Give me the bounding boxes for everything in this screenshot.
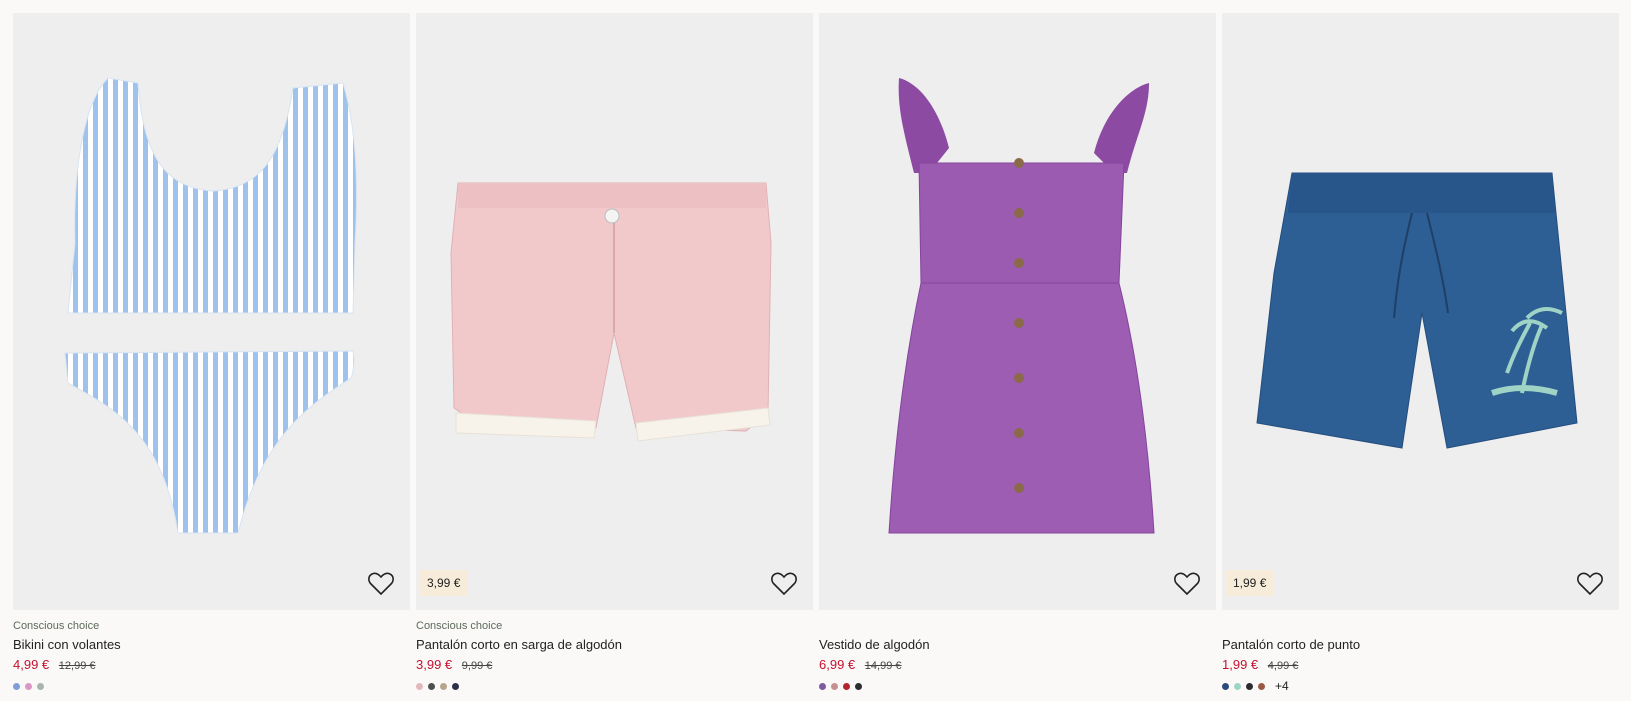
bikini-illustration — [64, 77, 358, 534]
product-card[interactable]: 3,99 € Conscious choice Pantalón corto e… — [416, 13, 813, 691]
price-row: 6,99 € 14,99 € — [819, 657, 1216, 674]
color-swatch[interactable] — [416, 682, 423, 690]
original-price: 14,99 € — [864, 660, 902, 672]
product-title[interactable]: Bikini con volantes — [13, 636, 410, 653]
color-swatches — [416, 681, 813, 691]
price-row: 1,99 € 4,99 € — [1222, 657, 1619, 674]
color-swatch[interactable] — [25, 682, 32, 690]
heart-outline-icon[interactable] — [1577, 572, 1603, 596]
color-swatches — [13, 681, 410, 691]
product-image[interactable] — [819, 13, 1216, 610]
product-card[interactable]: Conscious choice Bikini con volantes 4,9… — [13, 13, 410, 691]
price-tag: 1,99 € — [1226, 570, 1274, 596]
product-card[interactable]: 1,99 € Pantalón corto de punto 1,99 € 4,… — [1222, 13, 1619, 692]
heart-outline-icon[interactable] — [368, 572, 394, 596]
color-swatches: +4 — [1222, 680, 1619, 692]
color-swatch[interactable] — [440, 682, 447, 690]
price-tag: 3,99 € — [420, 570, 468, 596]
color-swatch[interactable] — [843, 682, 850, 690]
original-price: 12,99 € — [58, 660, 96, 672]
more-colors-count[interactable]: +4 — [1275, 680, 1289, 692]
product-grid: Conscious choice Bikini con volantes 4,9… — [13, 13, 1619, 692]
sale-price: 1,99 € — [1222, 657, 1259, 672]
eco-label: Conscious choice — [13, 620, 100, 632]
color-swatches — [819, 681, 1216, 691]
sale-price: 6,99 € — [819, 657, 856, 672]
product-title[interactable]: Vestido de algodón — [819, 636, 1216, 653]
knit-shorts-illustration — [1256, 172, 1578, 449]
product-image[interactable]: 1,99 € — [1222, 13, 1619, 610]
heart-outline-icon[interactable] — [771, 572, 797, 596]
dress-illustration — [888, 78, 1155, 534]
price-row: 4,99 € 12,99 € — [13, 657, 410, 674]
eco-label: Conscious choice — [416, 620, 503, 632]
color-swatch[interactable] — [37, 682, 44, 690]
heart-outline-icon[interactable] — [1174, 572, 1200, 596]
color-swatch[interactable] — [819, 682, 826, 690]
original-price: 9,99 € — [461, 660, 493, 672]
product-image[interactable]: 3,99 € — [416, 13, 813, 610]
color-swatch[interactable] — [1222, 682, 1229, 690]
original-price: 4,99 € — [1267, 660, 1299, 672]
color-swatch[interactable] — [452, 682, 459, 690]
product-title[interactable]: Pantalón corto en sarga de algodón — [416, 636, 813, 653]
eco-label — [1222, 620, 1619, 633]
product-title[interactable]: Pantalón corto de punto — [1222, 636, 1619, 653]
color-swatch[interactable] — [1246, 682, 1253, 690]
sale-price: 4,99 € — [13, 657, 50, 672]
color-swatch[interactable] — [1234, 682, 1241, 690]
color-swatch[interactable] — [428, 682, 435, 690]
eco-label — [819, 620, 1216, 633]
color-swatch[interactable] — [855, 682, 862, 690]
product-image[interactable] — [13, 13, 410, 610]
product-card[interactable]: Vestido de algodón 6,99 € 14,99 € — [819, 13, 1216, 691]
color-swatch[interactable] — [1258, 682, 1265, 690]
color-swatch[interactable] — [13, 682, 20, 690]
color-swatch[interactable] — [831, 682, 838, 690]
price-row: 3,99 € 9,99 € — [416, 657, 813, 674]
shorts-illustration — [450, 182, 772, 442]
sale-price: 3,99 € — [416, 657, 453, 672]
